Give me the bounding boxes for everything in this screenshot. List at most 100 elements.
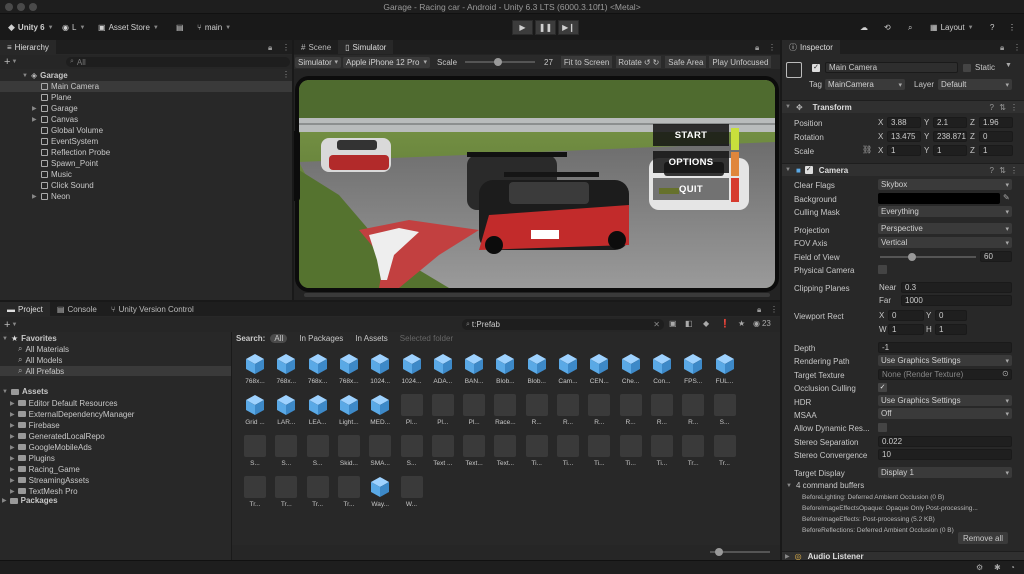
asset-item[interactable]: Text... <box>491 433 519 473</box>
asset-item[interactable]: Che... <box>617 351 645 391</box>
chevron-right-icon[interactable]: ▶ <box>32 105 38 112</box>
rotation-y-field[interactable]: 238.871 <box>933 131 967 142</box>
scale-slider[interactable] <box>465 58 536 66</box>
asset-item[interactable]: S... <box>241 433 269 473</box>
fit-to-screen-button[interactable]: Fit to Screen <box>560 56 613 68</box>
viewport-y-field[interactable]: 0 <box>935 310 967 321</box>
culling-mask-dropdown[interactable]: Everything <box>878 206 1012 217</box>
near-field[interactable]: 0.3 <box>901 282 1012 293</box>
asset-item[interactable]: R... <box>648 392 676 432</box>
position-y-field[interactable]: 2.1 <box>933 117 967 128</box>
step-button[interactable]: ▶❙ <box>558 20 579 35</box>
target-texture-field[interactable]: None (Render Texture) <box>878 369 1012 380</box>
tag-dropdown[interactable]: MainCamera <box>825 79 905 90</box>
projection-dropdown[interactable]: Perspective <box>878 223 1012 234</box>
asset-item[interactable]: 1024... <box>398 351 426 391</box>
stereo-separation-field[interactable]: 0.022 <box>878 436 1012 447</box>
static-checkbox[interactable] <box>963 64 971 72</box>
occlusion-culling-checkbox[interactable]: ✓ <box>878 383 887 392</box>
search-filter-0[interactable]: All <box>270 334 288 343</box>
chevron-right-icon[interactable]: ▶ <box>10 488 15 495</box>
chevron-right-icon[interactable]: ▶ <box>10 411 15 418</box>
more-icon[interactable]: ⋮ <box>282 43 290 52</box>
active-checkbox[interactable]: ✓ <box>812 64 820 72</box>
asset-item[interactable]: R... <box>523 392 551 432</box>
play-button[interactable]: ▶ <box>512 20 533 35</box>
asset-item[interactable]: Light... <box>335 392 363 432</box>
hierarchy-item[interactable]: ▶ Neon <box>32 191 70 202</box>
asset-item[interactable]: Tr... <box>304 474 332 514</box>
tab-version-control[interactable]: ⑂ Unity Version Control <box>104 302 201 316</box>
folder-item[interactable]: ▶ Plugins <box>10 453 55 463</box>
folder-item[interactable]: ▶ GoogleMobileAds <box>10 442 92 452</box>
lock-icon[interactable]: 🔒︎ <box>268 43 272 53</box>
asset-item[interactable]: ADA... <box>429 351 457 391</box>
cloud-button[interactable]: ▤ <box>172 20 188 35</box>
activity-icon[interactable]: ⚙ <box>976 563 983 572</box>
more-icon[interactable]: ⋮ <box>770 305 778 314</box>
asset-item[interactable]: R... <box>554 392 582 432</box>
command-buffers-header[interactable]: ▼ 4 command buffers <box>786 481 864 490</box>
search-button[interactable]: ⌕ <box>904 20 916 35</box>
asset-item[interactable]: W... <box>398 474 426 514</box>
hierarchy-search-input[interactable]: ⌕ All <box>66 57 290 67</box>
asset-item[interactable]: 1024... <box>366 351 394 391</box>
asset-store-button[interactable]: ▣ Asset Store ▼ <box>94 20 163 35</box>
slider-thumb[interactable] <box>908 253 916 261</box>
pause-button[interactable]: ❚❚ <box>535 20 556 35</box>
folder-item[interactable]: ▶ Firebase <box>10 420 60 430</box>
asset-item[interactable]: Text... <box>460 433 488 473</box>
asset-item[interactable]: R... <box>679 392 707 432</box>
asset-item[interactable]: Tr... <box>679 433 707 473</box>
eyedropper-icon[interactable]: ✎ <box>1003 193 1010 202</box>
layer-dropdown[interactable]: Default <box>938 79 1012 90</box>
star-icon[interactable]: ★ <box>738 319 745 328</box>
progress-icon[interactable]: ◔ <box>1010 563 1015 572</box>
transform-header[interactable]: ▼ ✥ Transform ? ⇅ ⋮ <box>782 100 1024 113</box>
help-button[interactable]: ? <box>986 20 998 35</box>
search-filter-1[interactable]: In Packages <box>299 334 343 343</box>
chevron-right-icon[interactable]: ▶ <box>10 466 15 473</box>
asset-item[interactable]: Pl... <box>429 392 457 432</box>
tab-inspector[interactable]: ⓘ Inspector <box>782 40 840 54</box>
asset-item[interactable]: 768x... <box>241 351 269 391</box>
audio-listener-header[interactable]: ▶ ◎ Audio Listener <box>782 551 1024 560</box>
asset-item[interactable]: Tr... <box>241 474 269 514</box>
safe-area-button[interactable]: Safe Area <box>665 56 707 68</box>
viewport-x-field[interactable]: 0 <box>888 310 924 321</box>
chevron-right-icon[interactable]: ▶ <box>32 116 38 123</box>
debug-icon[interactable]: ✱ <box>994 563 1001 572</box>
folder-item[interactable]: ▶ GeneratedLocalRepo <box>10 431 105 441</box>
asset-item[interactable]: 768x... <box>272 351 300 391</box>
assets-header[interactable]: ▼ Assets <box>2 387 48 396</box>
asset-item[interactable]: Blob... <box>523 351 551 391</box>
asset-item[interactable]: Blob... <box>491 351 519 391</box>
rotation-z-field[interactable]: 0 <box>979 131 1013 142</box>
asset-item[interactable]: Tr... <box>711 433 739 473</box>
horizontal-scrollbar[interactable] <box>304 293 770 297</box>
favorite-item[interactable]: ⌕ All Models <box>18 355 62 365</box>
add-icon[interactable]: + <box>4 319 10 331</box>
quit-button[interactable]: QUIT <box>653 178 729 200</box>
hierarchy-item[interactable]: Spawn_Point <box>32 158 98 169</box>
more-button[interactable]: ⋮ <box>1004 20 1020 35</box>
chevron-right-icon[interactable]: ▶ <box>10 400 15 407</box>
asset-item[interactable]: Ti... <box>617 433 645 473</box>
position-z-field[interactable]: 1.96 <box>979 117 1013 128</box>
preset-icon[interactable]: ⇅ <box>999 103 1006 112</box>
tab-console[interactable]: ▤ Console <box>50 302 104 316</box>
tab-hierarchy[interactable]: ≡ Hierarchy <box>0 40 56 54</box>
asset-item[interactable]: SMA... <box>366 433 394 473</box>
asset-item[interactable]: Way... <box>366 474 394 514</box>
asset-item[interactable]: FPS... <box>679 351 707 391</box>
fov-axis-dropdown[interactable]: Vertical <box>878 237 1012 248</box>
more-icon[interactable]: ⋮ <box>768 43 776 52</box>
chevron-right-icon[interactable]: ▶ <box>10 433 15 440</box>
branch-button[interactable]: ⑂ main ▼ <box>193 20 235 35</box>
clear-search-icon[interactable]: ✕ <box>653 320 660 329</box>
more-icon[interactable]: ⋮ <box>1010 103 1018 112</box>
chevron-right-icon[interactable]: ▶ <box>10 455 15 462</box>
unity-account-button[interactable]: ◆ Unity 6 ▼ <box>4 20 58 35</box>
scale-z-field[interactable]: 1 <box>979 145 1013 156</box>
icon-size-slider[interactable] <box>710 548 770 556</box>
